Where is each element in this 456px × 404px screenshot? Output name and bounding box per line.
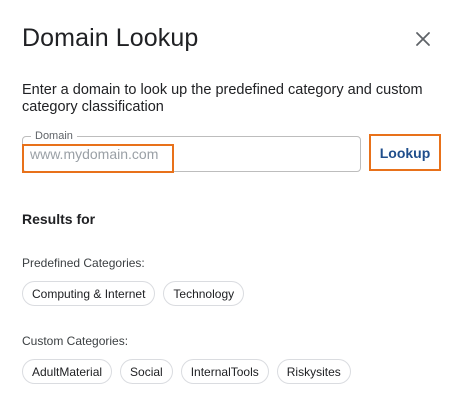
dialog-description: Enter a domain to look up the predefined… xyxy=(22,82,423,115)
domain-lookup-dialog: Domain Lookup Enter a domain to look up … xyxy=(0,0,456,404)
custom-category-chip: Riskysites xyxy=(276,359,351,384)
close-icon[interactable] xyxy=(412,28,434,50)
predefined-categories-list: Computing & Internet Technology xyxy=(22,281,245,306)
domain-field: Domain xyxy=(22,129,361,172)
results-heading: Results for xyxy=(22,211,96,227)
custom-category-chip: AdultMaterial xyxy=(22,359,113,384)
predefined-category-chip: Technology xyxy=(163,281,245,306)
custom-category-chip: InternalTools xyxy=(180,359,269,384)
custom-categories-label: Custom Categories: xyxy=(22,334,129,348)
predefined-categories-label: Predefined Categories: xyxy=(22,256,145,270)
predefined-category-chip: Computing & Internet xyxy=(22,281,156,306)
dialog-title: Domain Lookup xyxy=(22,24,199,52)
domain-input[interactable] xyxy=(23,137,360,171)
custom-categories-list: AdultMaterial Social InternalTools Risky… xyxy=(22,359,351,384)
custom-category-chip: Social xyxy=(120,359,173,384)
lookup-button[interactable]: Lookup xyxy=(369,134,441,171)
